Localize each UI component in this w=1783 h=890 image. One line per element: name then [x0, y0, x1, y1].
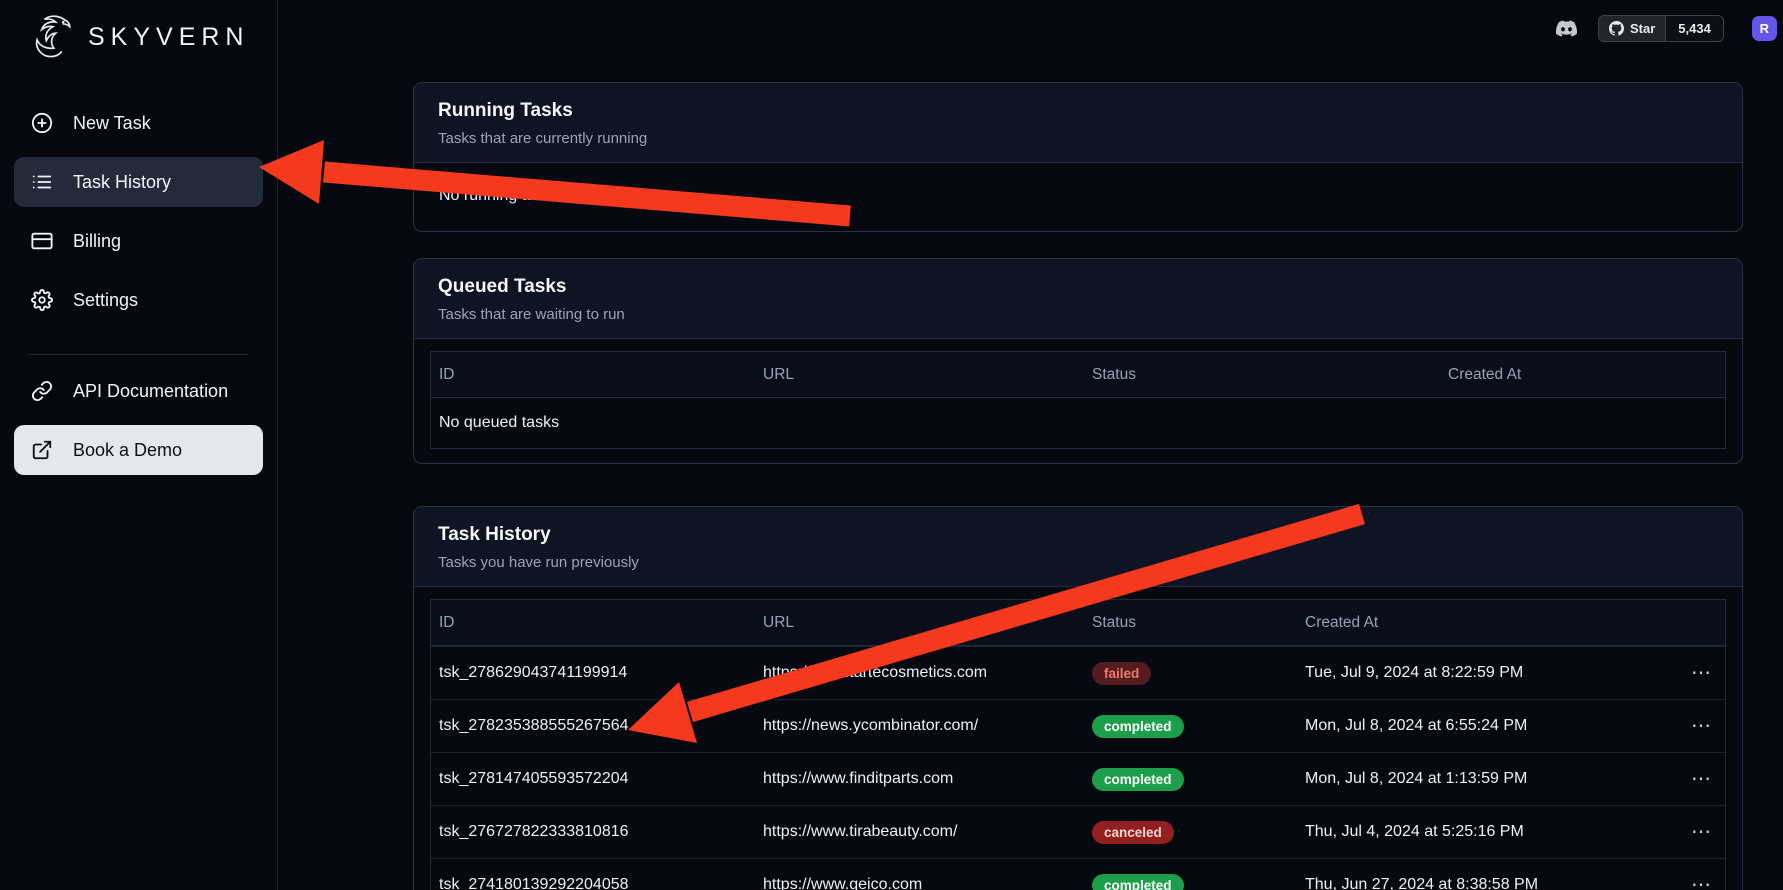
task-created-at: Mon, Jul 8, 2024 at 6:55:24 PM [1305, 717, 1661, 735]
column-header-id: ID [439, 614, 763, 632]
row-actions-button[interactable]: ⋯ [1661, 822, 1717, 842]
table-header-row: ID URL Status Created At [431, 600, 1725, 646]
book-a-demo-button[interactable]: Book a Demo [14, 425, 263, 475]
task-created-at: Thu, Jun 27, 2024 at 8:38:58 PM [1305, 876, 1661, 890]
task-id: tsk_278235388555267564 [439, 717, 763, 735]
row-actions-button[interactable]: ⋯ [1661, 769, 1717, 789]
plus-circle-icon [31, 112, 53, 134]
github-star-count: 5,434 [1665, 16, 1723, 41]
queued-tasks-table: ID URL Status Created At No queued tasks [430, 351, 1726, 449]
ellipsis-icon: ⋯ [1691, 821, 1711, 843]
sidebar-nav: New Task Task History Billing [0, 72, 277, 475]
table-row[interactable]: tsk_276727822333810816 https://www.tirab… [431, 805, 1725, 858]
task-id: tsk_278629043741199914 [439, 664, 763, 682]
task-id: tsk_278147405593572204 [439, 770, 763, 788]
sidebar-item-settings[interactable]: Settings [14, 275, 263, 325]
task-created-at: Mon, Jul 8, 2024 at 1:13:59 PM [1305, 770, 1661, 788]
sidebar-divider [28, 354, 249, 355]
running-tasks-card: Running Tasks Tasks that are currently r… [413, 82, 1743, 232]
table-header-row: ID URL Status Created At [431, 352, 1725, 398]
column-header-status: Status [1092, 366, 1448, 384]
github-icon [1609, 21, 1624, 36]
task-created-at: Thu, Jul 4, 2024 at 5:25:16 PM [1305, 823, 1661, 841]
queued-tasks-header: Queued Tasks Tasks that are waiting to r… [414, 259, 1742, 339]
ellipsis-icon: ⋯ [1691, 715, 1711, 737]
sidebar-item-api-documentation[interactable]: API Documentation [14, 366, 263, 416]
sidebar-item-label: New Task [73, 113, 151, 134]
row-actions-button[interactable]: ⋯ [1661, 716, 1717, 736]
task-created-at: Tue, Jul 9, 2024 at 8:22:59 PM [1305, 664, 1661, 682]
table-row[interactable]: tsk_274180139292204058 https://www.geico… [431, 858, 1725, 890]
sidebar-item-label: API Documentation [73, 381, 228, 402]
status-badge: failed [1092, 662, 1151, 685]
task-url: https://www.geico.com [763, 876, 1092, 890]
status-badge: completed [1092, 874, 1184, 890]
task-url: https://www.tartecosmetics.com [763, 664, 1092, 682]
credit-card-icon [31, 230, 53, 252]
card-subtitle: Tasks that are currently running [438, 130, 1718, 147]
ellipsis-icon: ⋯ [1691, 662, 1711, 684]
table-row[interactable]: tsk_278147405593572204 https://www.findi… [431, 752, 1725, 805]
gear-icon [31, 289, 53, 311]
task-history-header: Task History Tasks you have run previous… [414, 507, 1742, 587]
topbar: Star 5,434 R S [1553, 15, 1783, 42]
status-badge: completed [1092, 715, 1184, 738]
brand-logo: SKYVERN [0, 0, 277, 72]
user-avatar[interactable]: R [1752, 16, 1777, 41]
github-star-widget[interactable]: Star 5,434 [1598, 15, 1724, 42]
status-badge: canceled [1092, 821, 1174, 844]
sidebar-item-task-history[interactable]: Task History [14, 157, 263, 207]
skyvern-dragon-icon [24, 12, 80, 62]
sidebar-item-label: Billing [73, 231, 121, 252]
sidebar-item-label: Book a Demo [73, 440, 182, 461]
running-tasks-empty-state: No running tasks [430, 175, 1726, 217]
task-id: tsk_276727822333810816 [439, 823, 763, 841]
queued-tasks-card: Queued Tasks Tasks that are waiting to r… [413, 258, 1743, 464]
task-id: tsk_274180139292204058 [439, 876, 763, 890]
card-subtitle: Tasks that are waiting to run [438, 306, 1718, 323]
card-title: Task History [438, 524, 1718, 546]
table-row[interactable]: tsk_278629043741199914 https://www.tarte… [431, 646, 1725, 699]
sidebar-item-label: Task History [73, 172, 171, 193]
card-title: Queued Tasks [438, 276, 1718, 298]
brand-name: SKYVERN [88, 23, 249, 52]
ellipsis-icon: ⋯ [1691, 874, 1711, 890]
sidebar: SKYVERN New Task Task History Bi [0, 0, 278, 890]
column-header-created-at: Created At [1448, 366, 1717, 384]
row-actions-button[interactable]: ⋯ [1661, 875, 1717, 890]
task-url: https://news.ycombinator.com/ [763, 717, 1092, 735]
main-content: Running Tasks Tasks that are currently r… [413, 82, 1743, 890]
sidebar-item-new-task[interactable]: New Task [14, 98, 263, 148]
discord-icon [1553, 18, 1580, 39]
column-header-status: Status [1092, 614, 1305, 632]
status-badge: completed [1092, 768, 1184, 791]
sidebar-item-billing[interactable]: Billing [14, 216, 263, 266]
column-header-id: ID [439, 366, 763, 384]
column-header-url: URL [763, 614, 1092, 632]
card-subtitle: Tasks you have run previously [438, 554, 1718, 571]
running-tasks-header: Running Tasks Tasks that are currently r… [414, 83, 1742, 163]
column-header-url: URL [763, 366, 1092, 384]
task-history-table: ID URL Status Created At tsk_27862904374… [430, 599, 1726, 890]
row-actions-button[interactable]: ⋯ [1661, 663, 1717, 683]
ellipsis-icon: ⋯ [1691, 768, 1711, 790]
queued-tasks-empty-state: No queued tasks [431, 398, 1725, 448]
column-header-created-at: Created At [1305, 614, 1661, 632]
task-url: https://www.tirabeauty.com/ [763, 823, 1092, 841]
task-url: https://www.finditparts.com [763, 770, 1092, 788]
discord-button[interactable] [1553, 18, 1580, 39]
table-row[interactable]: tsk_278235388555267564 https://news.ycom… [431, 699, 1725, 752]
task-history-card: Task History Tasks you have run previous… [413, 506, 1743, 890]
card-title: Running Tasks [438, 100, 1718, 122]
link-icon [31, 380, 53, 402]
list-icon [31, 171, 53, 193]
github-star-label: Star [1630, 21, 1655, 36]
sidebar-item-label: Settings [73, 290, 138, 311]
external-link-icon [31, 439, 53, 461]
app-root: SKYVERN New Task Task History Bi [0, 0, 1783, 890]
